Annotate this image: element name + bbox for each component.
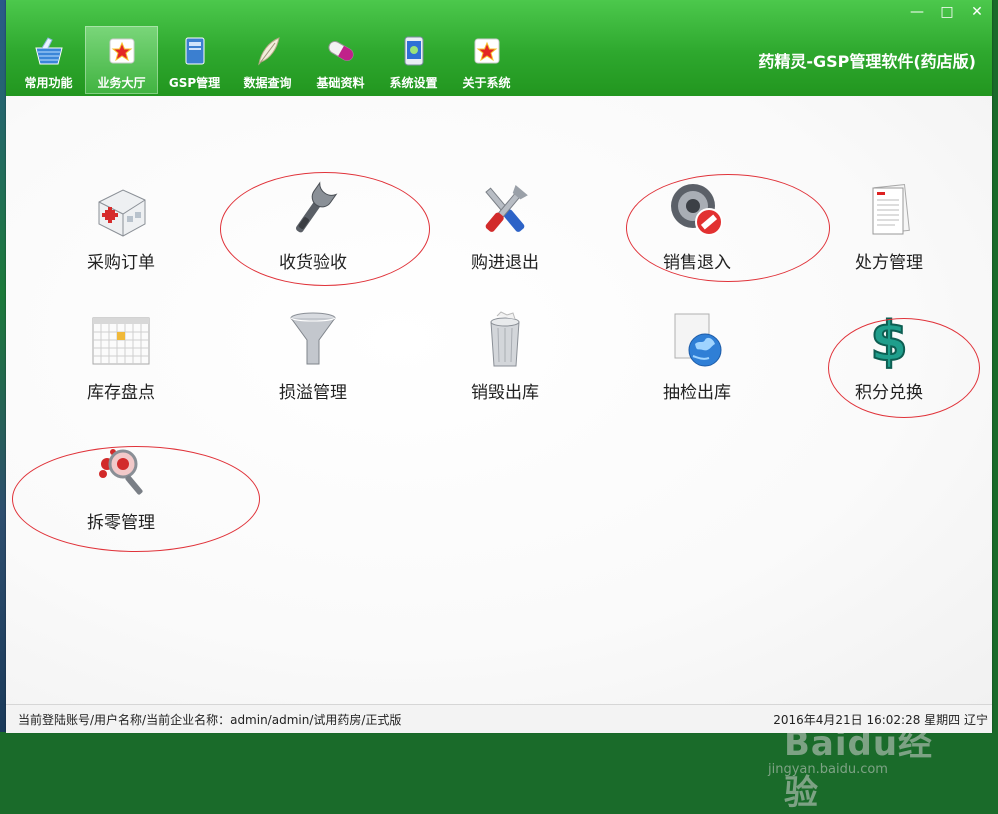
tile-receiving-inspection[interactable]: 收货验收 — [238, 178, 388, 288]
tile-label: 采购订单 — [87, 253, 155, 273]
dollar-icon: $ — [854, 308, 924, 372]
menu-item-system-settings[interactable]: 系统设置 — [377, 26, 450, 94]
tile-split-management[interactable]: 拆零管理 — [46, 438, 196, 548]
tile-label: 库存盘点 — [87, 383, 155, 403]
title-bar: — □ ✕ 药精灵-GSP管理软件(药店版) 常用功能 业务大厅 GSP管理 数… — [6, 0, 992, 96]
pill-icon — [324, 34, 358, 68]
maximize-button[interactable]: □ — [932, 0, 962, 24]
tile-prescription[interactable]: 处方管理 — [814, 178, 964, 288]
tile-points-exchange[interactable]: $ 积分兑换 — [814, 308, 964, 418]
datetime-info: 2016年4月21日 16:02:28 星期四 辽宁 — [773, 713, 988, 727]
tile-label: 销毁出库 — [471, 383, 539, 403]
tile-label: 抽检出库 — [663, 383, 731, 403]
menu-item-data-query[interactable]: 数据查询 — [231, 26, 304, 94]
tile-label: 收货验收 — [279, 253, 347, 273]
book-icon — [178, 34, 212, 68]
minimize-button[interactable]: — — [902, 0, 932, 24]
tile-label: 拆零管理 — [87, 513, 155, 533]
calendar-icon — [86, 308, 156, 372]
tile-destruction-outbound[interactable]: 销毁出库 — [430, 308, 580, 418]
tile-label: 处方管理 — [855, 253, 923, 273]
menu-item-label: 关于系统 — [462, 76, 511, 90]
login-info: 当前登陆账号/用户名称/当前企业名称：admin/admin/试用药房/正式版 — [18, 713, 402, 727]
menu-item-gsp[interactable]: GSP管理 — [158, 26, 231, 94]
globe-document-icon — [662, 308, 732, 372]
speaker-blocked-icon — [662, 178, 732, 242]
menu-item-label: 基础资料 — [316, 76, 365, 90]
status-bar: 当前登陆账号/用户名称/当前企业名称：admin/admin/试用药房/正式版 … — [6, 704, 992, 733]
tools-icon — [470, 178, 540, 242]
basket-icon — [32, 34, 66, 68]
menu-item-label: 系统设置 — [389, 76, 438, 90]
feather-icon — [251, 34, 285, 68]
star-badge-icon — [105, 34, 139, 68]
tile-sampling-outbound[interactable]: 抽检出库 — [622, 308, 772, 418]
tile-purchase-return[interactable]: 购进退出 — [430, 178, 580, 288]
app-title: 药精灵-GSP管理软件(药店版) — [758, 52, 976, 71]
business-hall-panel: 采购订单 收货验收 购进退出 销售退入 处方管理 库存盘点 损溢管理 销毁出库 … — [6, 96, 992, 813]
tile-purchase-order[interactable]: 采购订单 — [46, 178, 196, 288]
star-badge-icon — [470, 34, 504, 68]
close-button[interactable]: ✕ — [962, 0, 992, 24]
menu-item-business-hall[interactable]: 业务大厅 — [85, 26, 158, 94]
main-menu: 常用功能 业务大厅 GSP管理 数据查询 基础资料 系统设置 关于系统 — [12, 26, 523, 94]
tile-loss-overflow[interactable]: 损溢管理 — [238, 308, 388, 418]
watermark-url: jingyan.baidu.com — [768, 762, 888, 777]
menu-item-label: GSP管理 — [168, 76, 221, 90]
wrench-icon — [278, 178, 348, 242]
tile-label: 损溢管理 — [279, 383, 347, 403]
tile-label: 积分兑换 — [855, 383, 923, 403]
trash-can-icon — [470, 308, 540, 372]
menu-item-label: 业务大厅 — [97, 76, 146, 90]
svg-text:$: $ — [870, 310, 908, 370]
tile-sales-return[interactable]: 销售退入 — [622, 178, 772, 288]
menu-item-label: 数据查询 — [243, 76, 292, 90]
prescription-icon — [854, 178, 924, 242]
magnifier-icon — [86, 438, 156, 502]
tile-label: 购进退出 — [471, 253, 539, 273]
app-window: — □ ✕ 药精灵-GSP管理软件(药店版) 常用功能 业务大厅 GSP管理 数… — [6, 0, 992, 813]
menu-item-label: 常用功能 — [24, 76, 73, 90]
menu-item-basic-data[interactable]: 基础资料 — [304, 26, 377, 94]
android-device-icon — [397, 34, 431, 68]
menu-item-about[interactable]: 关于系统 — [450, 26, 523, 94]
hospital-icon — [86, 178, 156, 242]
tile-inventory-count[interactable]: 库存盘点 — [46, 308, 196, 418]
menu-item-common[interactable]: 常用功能 — [12, 26, 85, 94]
window-controls: — □ ✕ — [902, 0, 992, 24]
funnel-icon — [278, 308, 348, 372]
tile-label: 销售退入 — [663, 253, 731, 273]
